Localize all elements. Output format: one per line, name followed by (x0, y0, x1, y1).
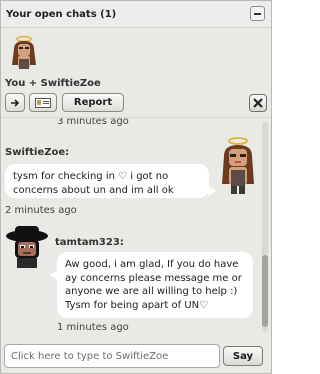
chat-input-row: Say (1, 341, 271, 373)
message-timestamp: 3 minutes ago (57, 117, 129, 127)
report-button[interactable]: Report (62, 93, 124, 112)
message-text: Aw good, i am glad, If you do have ay co… (65, 259, 242, 311)
avatar-icon (12, 35, 36, 69)
chat-tab-avatar-swiftiezoe[interactable] (9, 35, 39, 71)
minus-icon[interactable] (250, 6, 265, 21)
message-bubble: Aw good, i am glad, If you do have ay co… (50, 252, 253, 318)
message-sender: tamtam323: (55, 237, 124, 248)
avatar[interactable] (5, 222, 51, 268)
right-arrow-icon[interactable] (5, 93, 25, 112)
chat-messages[interactable]: 3 minutes ago SwiftieZoe: tysm for check… (1, 117, 271, 337)
message-bubble: tysm for checking in ♡ i got no concerns… (5, 164, 216, 198)
scrollbar-thumb[interactable] (262, 255, 268, 327)
chat-title: Your open chats (1) (6, 9, 117, 20)
chat-header: Your open chats (1) (1, 1, 271, 28)
message-input[interactable] (4, 344, 220, 368)
card-glyph (35, 97, 51, 108)
close-glyph (253, 98, 263, 108)
message-sender: SwiftieZoe: (5, 147, 70, 158)
message-timestamp: 2 minutes ago (5, 205, 77, 216)
message-timestamp: 1 minutes ago (57, 322, 129, 333)
chat-toolbar: Report (1, 93, 271, 115)
chat-window: Your open chats (1) You + SwiftieZoe Rep… (0, 0, 272, 374)
message-text: tysm for checking in ♡ i got no concerns… (13, 171, 174, 196)
close-icon[interactable] (249, 94, 267, 112)
avatar[interactable] (219, 136, 257, 196)
say-button[interactable]: Say (223, 346, 263, 366)
id-card-icon[interactable] (29, 93, 57, 112)
arrow-glyph (11, 98, 20, 107)
avatar-icon (222, 137, 254, 194)
avatar-icon (6, 226, 48, 268)
chat-participants: You + SwiftieZoe (5, 78, 101, 89)
chat-tabs (1, 29, 271, 73)
